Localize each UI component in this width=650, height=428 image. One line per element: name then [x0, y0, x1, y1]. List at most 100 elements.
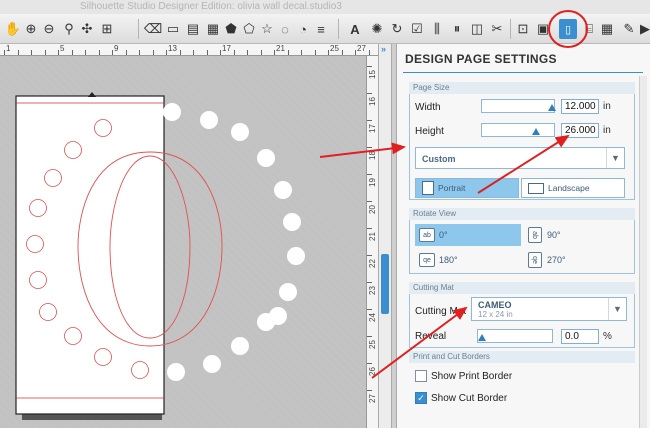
fit-page-icon[interactable]: ✣: [78, 20, 96, 38]
width-input[interactable]: 12.000: [561, 99, 599, 114]
ruler-label: 21: [276, 44, 285, 53]
reveal-unit: %: [603, 331, 612, 342]
ruler-tick: [328, 50, 329, 55]
reveal-input[interactable]: 0.0: [561, 329, 599, 344]
cutting-mat-select[interactable]: CAMEO 12 x 24 in ▼: [471, 297, 627, 321]
horizontal-ruler: 1 5 9 13 17 21 25 27: [0, 44, 397, 56]
height-input[interactable]: 26.000: [561, 123, 599, 138]
line-color-icon[interactable]: ▤: [184, 20, 202, 38]
dot-arc: [163, 103, 305, 381]
ruler-label: 15: [367, 70, 377, 79]
shape-rounded-icon[interactable]: ◌: [276, 20, 294, 38]
align-icon[interactable]: ⫼: [428, 20, 446, 38]
ruler-label: 16: [367, 97, 377, 106]
cut-settings-icon[interactable]: ⌸: [580, 20, 598, 38]
cutting-mat-label: Cutting Mat: [415, 306, 467, 317]
zoom-out-icon[interactable]: ⊖: [40, 20, 58, 38]
rotate-icon[interactable]: ↻: [388, 20, 406, 38]
eraser-icon[interactable]: ⌫: [144, 20, 162, 38]
lines-icon[interactable]: ≡: [312, 20, 330, 38]
ruler-tick: [139, 50, 140, 55]
ruler-label: 21: [367, 232, 377, 241]
fit-drag-icon[interactable]: ⊞: [98, 20, 116, 38]
ruler-label: 17: [367, 124, 377, 133]
design-canvas[interactable]: [0, 56, 366, 428]
ruler-label: 26: [367, 367, 377, 376]
ruler-tick: [4, 50, 5, 55]
rotate-0-button[interactable]: ab 0°: [415, 224, 521, 246]
text-icon[interactable]: A: [346, 20, 364, 38]
design-page-settings-panel: DESIGN PAGE SETTINGS Page Size Width 12.…: [396, 44, 650, 428]
ruler-label: 17: [222, 44, 231, 53]
modify-icon[interactable]: ☑: [408, 20, 426, 38]
width-unit: in: [603, 101, 611, 112]
zoom-in-icon[interactable]: ⊕: [22, 20, 40, 38]
width-label: Width: [415, 102, 441, 113]
ruler-tick: [367, 228, 372, 229]
section-page-size: Page Size: [409, 82, 635, 94]
ruler-tick: [85, 50, 86, 55]
ruler-tick: [58, 50, 59, 55]
show-cut-border-label: Show Cut Border: [431, 393, 508, 404]
show-cut-border-checkbox[interactable]: ✓: [415, 392, 427, 404]
ruler-tick: [233, 50, 235, 55]
ruler-label: 19: [367, 178, 377, 187]
rotate-90-button[interactable]: ab 90°: [527, 224, 623, 246]
ruler-tick: [367, 120, 372, 121]
ruler-tick: [367, 174, 372, 175]
ruler-tick: [367, 255, 372, 256]
rotate-270-button[interactable]: qe 270°: [527, 250, 623, 270]
ruler-tick: [367, 282, 372, 283]
ruler-tick: [367, 93, 372, 94]
ruler-tick: [367, 336, 372, 337]
shape-hex-icon[interactable]: ⬠: [240, 20, 258, 38]
design-page: [15, 95, 165, 415]
ruler-tick: [44, 50, 46, 55]
ruler-tick: [314, 50, 316, 55]
show-print-border-checkbox[interactable]: [415, 370, 427, 382]
store-icon[interactable]: ▣: [534, 20, 552, 38]
landscape-label: Landscape: [548, 183, 590, 193]
shape-pentagon-icon[interactable]: ⬟: [222, 20, 240, 38]
reveal-slider[interactable]: [477, 329, 553, 343]
shape-freeform-icon[interactable]: ◔: [294, 20, 312, 38]
ruler-tick: [179, 50, 181, 55]
page-setup-icon[interactable]: ▯: [559, 19, 577, 39]
ruler-tick: [368, 50, 370, 55]
window-title: Silhouette Studio Designer Edition: oliv…: [80, 1, 342, 12]
ruler-tick: [220, 50, 221, 55]
library-icon[interactable]: ⊡: [514, 20, 532, 38]
grid-icon[interactable]: ▦: [598, 20, 616, 38]
splitter-handle[interactable]: [381, 254, 389, 314]
height-label: Height: [415, 126, 444, 137]
shape-star-icon[interactable]: ☆: [258, 20, 276, 38]
section-rotate-view: Rotate View: [409, 208, 635, 220]
weld-icon[interactable]: ✂: [488, 20, 506, 38]
portrait-icon: [422, 181, 434, 195]
page-size-select[interactable]: Custom ▼: [415, 147, 625, 169]
ruler-tick: [152, 50, 154, 55]
zoom-select-icon[interactable]: ⚲: [60, 20, 78, 38]
width-slider[interactable]: [481, 99, 556, 113]
panel-scrollbar[interactable]: [639, 76, 647, 428]
fill-color-icon[interactable]: ▭: [164, 20, 182, 38]
panel-splitter[interactable]: »: [378, 44, 392, 428]
pan-icon[interactable]: ✋: [4, 20, 22, 38]
height-slider[interactable]: [481, 123, 555, 137]
ruler-tick: [341, 50, 343, 55]
rotate-180-button[interactable]: qe 180°: [419, 250, 519, 270]
ruler-tick: [355, 50, 356, 55]
collapse-chevron-icon[interactable]: »: [381, 44, 391, 56]
show-print-border-label: Show Print Border: [431, 371, 513, 382]
offset-icon[interactable]: ⏸: [448, 20, 466, 38]
ruler-label: 13: [168, 44, 177, 53]
group-icon[interactable]: ◫: [468, 20, 486, 38]
portrait-button[interactable]: Portrait: [415, 178, 519, 198]
ruler-tick: [17, 50, 19, 55]
ruler-label: 22: [367, 259, 377, 268]
fill-pattern-icon[interactable]: ▦: [204, 20, 222, 38]
ruler-tick: [166, 50, 167, 55]
replicate-icon[interactable]: ✺: [368, 20, 386, 38]
send-icon[interactable]: ▶: [636, 20, 650, 38]
landscape-button[interactable]: Landscape: [521, 178, 625, 198]
